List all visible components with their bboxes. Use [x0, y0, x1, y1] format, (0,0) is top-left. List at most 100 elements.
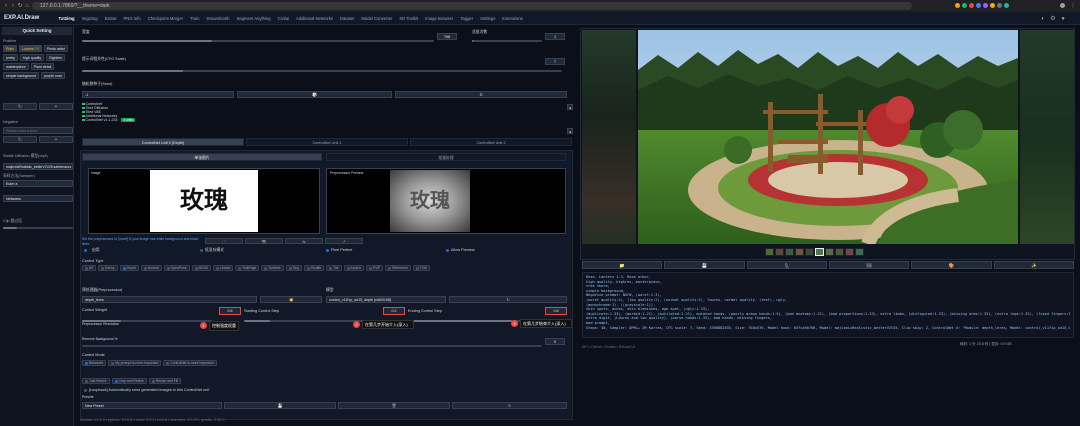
tab-png-info[interactable]: PNG Info — [120, 15, 144, 22]
gallery-thumbnail[interactable] — [775, 248, 784, 256]
tab-batch[interactable]: 批量处理 — [326, 153, 566, 161]
control-type-radio[interactable]: Lineart — [213, 265, 234, 271]
extension-icon[interactable] — [1004, 3, 1009, 8]
tab-model-converter[interactable]: Model Converter — [358, 15, 396, 22]
add-neg-button[interactable]: + — [39, 136, 73, 143]
remove-bg-input[interactable]: 0 — [545, 338, 565, 345]
pixel-perfect-checkbox[interactable] — [326, 248, 329, 252]
tab-dreambooth[interactable]: Dreambooth — [203, 15, 233, 22]
control-type-radio[interactable]: OpenPose — [163, 265, 190, 271]
home-icon[interactable]: ⌂ — [24, 2, 30, 10]
output-action-button[interactable]: 🖼 — [828, 261, 910, 269]
tab-checkpoint-merger[interactable]: Checkpoint Merger — [144, 15, 186, 22]
control-mode-radio[interactable]: Balanced — [82, 360, 107, 366]
control-type-radio[interactable]: Canny — [97, 265, 118, 271]
tab-settings[interactable]: Settings — [477, 15, 499, 22]
tab-img2img[interactable]: Img2img — [78, 15, 101, 22]
cfg-input[interactable]: 7 — [545, 58, 565, 65]
extension-icon[interactable] — [976, 3, 981, 8]
theme-toggle-icon[interactable]: ◐ — [1040, 15, 1046, 23]
refresh-neg-button[interactable]: ↻ — [3, 136, 37, 143]
batch-count-slider[interactable] — [472, 40, 542, 42]
add-button[interactable]: + — [39, 103, 73, 110]
gallery-thumbnail[interactable] — [805, 248, 814, 256]
resize-mode-radio[interactable]: Crop and Resize — [111, 378, 147, 384]
profile-avatar[interactable] — [1060, 3, 1065, 8]
settings-icon[interactable]: ⚙ — [1050, 15, 1056, 23]
control-type-radio[interactable]: Inpaint — [343, 265, 364, 271]
extension-item[interactable]: ControlNet v1.1.233 4 units — [82, 118, 572, 122]
end-step-slider[interactable] — [408, 320, 538, 322]
gallery-thumbnail[interactable] — [785, 248, 794, 256]
width-input[interactable]: 768 — [437, 33, 457, 40]
tab-controlnet-unit-1[interactable]: ControlNet Unit 1 — [246, 138, 408, 146]
preprocessor-select[interactable]: depth_leres — [82, 296, 257, 303]
prompt-chip[interactable]: Plant detail — [30, 63, 55, 70]
control-mode-radio[interactable]: ControlNet is more important — [163, 360, 217, 366]
gallery-next-thumb[interactable] — [1020, 30, 1074, 244]
control-type-radio[interactable]: Tile — [326, 265, 342, 271]
extension-icon[interactable] — [955, 3, 960, 8]
run-preprocessor-button[interactable]: 💥 — [260, 296, 322, 303]
gallery-thumbnail[interactable] — [815, 248, 824, 256]
forward-icon[interactable]: › — [10, 2, 16, 10]
seed-input[interactable]: -1 — [82, 91, 234, 98]
github-icon[interactable]: ● — [1060, 15, 1066, 23]
prompt-chip[interactable]: high quality — [20, 54, 45, 61]
gallery-thumbnail[interactable] — [845, 248, 854, 256]
menu-icon[interactable]: ⋮ — [1070, 2, 1076, 10]
clip-skip-slider[interactable] — [3, 227, 73, 229]
control-type-radio[interactable]: SoftEdge — [235, 265, 260, 271]
extension-icon[interactable] — [983, 3, 988, 8]
control-mode-radio[interactable]: My prompt is more important — [108, 360, 162, 366]
tab-civitai[interactable]: Civitai — [274, 15, 292, 22]
output-action-button[interactable]: 💾 — [664, 261, 745, 269]
tab-train[interactable]: Train — [187, 15, 203, 22]
tab-image-browser[interactable]: Image Browser — [422, 15, 457, 22]
extension-icon[interactable] — [990, 3, 995, 8]
reload-icon[interactable]: ↻ — [17, 2, 23, 10]
delete-preset-button[interactable]: 🗑 — [338, 402, 450, 409]
enable-checkbox[interactable] — [84, 249, 87, 252]
allow-preview-checkbox[interactable] — [446, 248, 449, 252]
control-type-radio[interactable]: MLSD — [191, 265, 212, 271]
send-dimensions-button[interactable]: ↗ — [325, 238, 363, 244]
extension-icon[interactable] — [997, 3, 1002, 8]
generated-image[interactable] — [638, 30, 1018, 244]
reload-preset-button[interactable]: ↻ — [452, 402, 567, 409]
tab-txt2img[interactable]: Txt2img — [55, 15, 78, 22]
resize-mode-radio[interactable]: Just Resize — [82, 378, 110, 384]
prompt-chip[interactable]: simple background — [3, 72, 40, 79]
refresh-models-button[interactable]: ↻ — [449, 296, 567, 303]
control-type-radio[interactable]: T2IA — [412, 265, 430, 271]
back-icon[interactable]: ‹ — [3, 2, 9, 10]
prompt-chip[interactable]: Lowres / ? — [19, 45, 42, 52]
presets-select[interactable]: New Preset — [82, 402, 222, 409]
control-weight-input[interactable]: 0.6 — [219, 307, 241, 315]
control-type-radio[interactable]: Normal — [140, 265, 162, 271]
tab-extensions[interactable]: Extensions — [499, 15, 526, 22]
new-canvas-button[interactable]: 🗋 — [205, 238, 243, 244]
collapse-toggle[interactable]: ◂ — [567, 104, 573, 110]
start-step-input[interactable]: 0.2 — [383, 307, 405, 315]
refresh-button[interactable]: ↻ — [3, 103, 37, 110]
cn-model-select[interactable]: control_v11f1p_sd15_depth [cfd03158] — [326, 296, 446, 303]
prompt-chip[interactable]: Plain — [3, 45, 17, 52]
gallery-thumbnail[interactable] — [765, 248, 774, 256]
remove-bg-slider[interactable] — [82, 345, 542, 347]
gallery-prev-thumb[interactable] — [582, 30, 636, 244]
tab-extras[interactable]: Extras — [101, 15, 120, 22]
gallery-thumbnail[interactable] — [855, 248, 864, 256]
address-bar[interactable] — [32, 2, 912, 10]
control-type-radio[interactable]: Seg — [285, 265, 302, 271]
width-slider[interactable] — [82, 40, 434, 42]
output-action-button[interactable]: 🗜 — [746, 261, 827, 269]
collapse-toggle[interactable]: ◂ — [567, 128, 573, 134]
random-seed-button[interactable]: 🎲 — [237, 91, 392, 98]
extension-icon[interactable] — [962, 3, 967, 8]
negative-input[interactable]: Please enter a term — [3, 127, 73, 134]
loopback-checkbox[interactable] — [84, 388, 87, 392]
output-action-button[interactable]: 🎨 — [911, 261, 992, 269]
webcam-button[interactable]: 📷 — [245, 238, 283, 244]
sampler-select[interactable]: Euler a — [3, 180, 73, 187]
